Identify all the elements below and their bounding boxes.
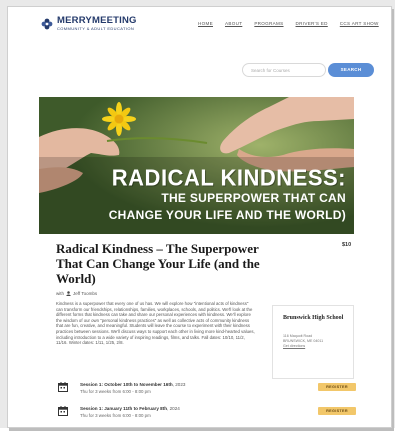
hero-image: RADICAL KINDNESS: THE SUPERPOWER THAT CA… (39, 97, 354, 234)
session-year: 2023 (175, 382, 186, 387)
person-icon (66, 291, 71, 296)
calendar-icon (58, 382, 68, 392)
nav-drivers-ed[interactable]: DRIVER'S ED (296, 21, 328, 26)
main-nav: HOME ABOUT PROGRAMS DRIVER'S ED CCS ART … (198, 21, 379, 26)
course-title: Radical Kindness – The Superpower That C… (56, 241, 260, 286)
venue-address-line2: BRUNSWICK, ME 04011 (283, 338, 324, 343)
search-button[interactable]: SEARCH (328, 63, 374, 77)
hero-subline-1: THE SUPERPOWER THAT CAN (161, 191, 346, 205)
hero-subline-2: CHANGE YOUR LIFE AND THE WORLD) (108, 208, 346, 222)
course-price: $10 (342, 242, 352, 248)
site-header: MERRYMEETING COMMUNITY & ADULT EDUCATION… (8, 7, 391, 43)
page-card: MERRYMEETING COMMUNITY & ADULT EDUCATION… (7, 6, 392, 428)
instructor-name[interactable]: Jeff Toombs (73, 291, 97, 296)
byline-prefix: with (56, 291, 65, 296)
course-description: Kindness is a superpower that every one … (56, 301, 255, 346)
session-dates: Session 1: October 10th to November 16th (80, 382, 173, 387)
session-year: 2024 (169, 406, 180, 411)
venue-card: Brunswick High School 116 Maquoit Road B… (272, 305, 354, 379)
session-dates: Session 1: January 11th to February 8th (80, 406, 168, 411)
nav-home[interactable]: HOME (198, 21, 213, 26)
brand-name: MERRYMEETING (57, 15, 137, 26)
course-byline: with Jeff Toombs (56, 291, 97, 296)
nav-ccs-art-show[interactable]: CCS ART SHOW (340, 21, 379, 26)
venue-directions-link[interactable]: Get directions (283, 344, 305, 348)
register-button[interactable]: REGISTER (318, 383, 356, 391)
flower-logo-icon (41, 18, 53, 29)
search-input[interactable]: Search for Courses (242, 63, 326, 77)
session-title: Session 1: January 11th to February 8th,… (80, 406, 180, 411)
calendar-icon (58, 406, 68, 416)
nav-about[interactable]: ABOUT (225, 21, 242, 26)
session-title: Session 1: October 10th to November 16th… (80, 382, 186, 387)
session-time: Thu for 3 weeks from 6:00 - 8:00 pm (80, 413, 151, 418)
register-button[interactable]: REGISTER (318, 407, 356, 415)
brand-tagline: COMMUNITY & ADULT EDUCATION (57, 26, 135, 31)
session-row: Session 1: October 10th to November 16th… (58, 380, 358, 398)
venue-address: 116 Maquoit Road BRUNSWICK, ME 04011 (283, 334, 323, 344)
venue-name: Brunswick High School (283, 315, 344, 321)
site-logo[interactable]: MERRYMEETING COMMUNITY & ADULT EDUCATION (41, 16, 137, 31)
search-bar: Search for Courses SEARCH (242, 63, 378, 77)
session-row: Session 1: January 11th to February 8th,… (58, 404, 358, 422)
hero-headline: RADICAL KINDNESS: (111, 164, 346, 191)
session-time: Thu for 3 weeks from 6:00 - 8:00 pm (80, 389, 151, 394)
nav-programs[interactable]: PROGRAMS (254, 21, 283, 26)
